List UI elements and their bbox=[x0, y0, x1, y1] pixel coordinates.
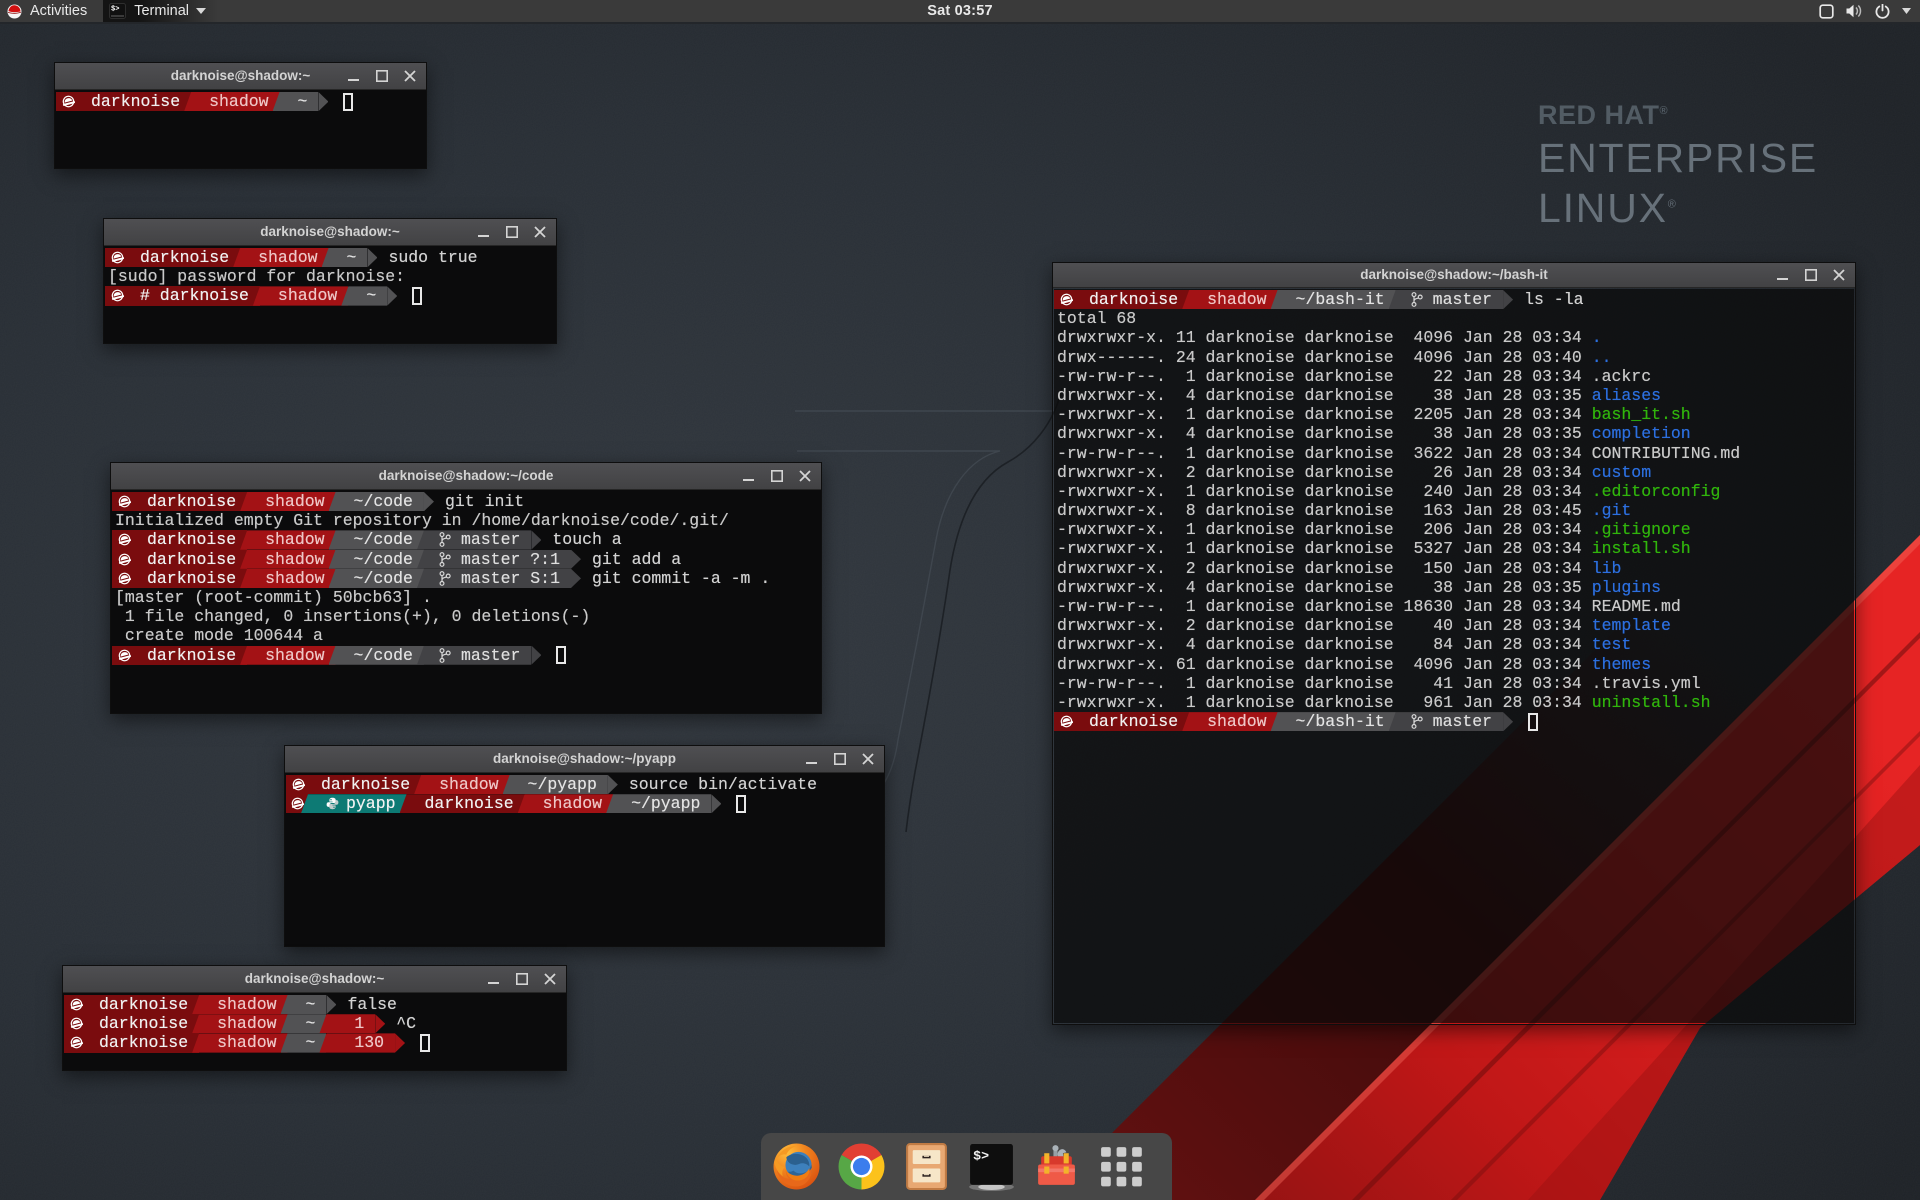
svg-text:$>: $> bbox=[973, 1148, 989, 1163]
